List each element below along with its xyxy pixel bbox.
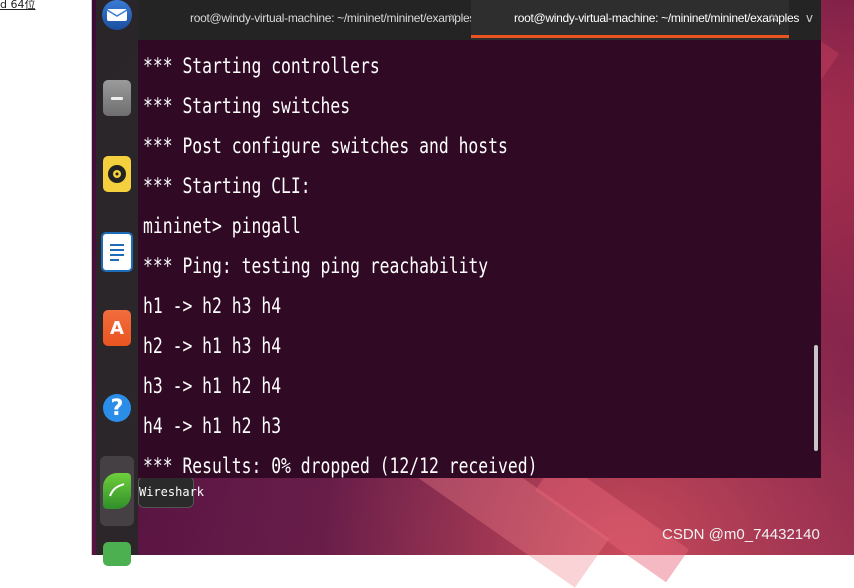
active-tab-indicator	[471, 35, 789, 38]
dock-item-writer[interactable]	[100, 232, 134, 272]
host-window-strip: d 64位	[0, 0, 92, 555]
dock-item-software[interactable]: A	[100, 308, 134, 348]
terminal-line: *** Results: 0% dropped (12/12 received)	[143, 454, 538, 478]
tab-label: root@windy-virtual-machine: ~/mininet/mi…	[514, 11, 800, 25]
terminal-output[interactable]: *** Starting controllers *** Starting sw…	[143, 46, 658, 478]
app-icon	[103, 542, 131, 566]
host-corner-text: d 64位	[0, 0, 36, 11]
files-icon	[103, 80, 131, 116]
tab-label: root@windy-virtual-machine: ~/mininet/mi…	[190, 11, 476, 25]
wireshark-icon	[103, 473, 131, 509]
dock-item-wireshark[interactable]	[100, 456, 134, 526]
dock-item-rhythmbox[interactable]	[100, 154, 134, 194]
software-icon: A	[103, 310, 131, 346]
terminal-titlebar: root@windy-virtual-machine: ~/mininet/mi…	[138, 0, 821, 40]
terminal-scrollbar[interactable]	[814, 345, 818, 451]
terminal-line: *** Starting switches	[143, 94, 351, 118]
help-icon: ?	[103, 394, 131, 422]
terminal-line: h2 -> h1 h3 h4	[143, 334, 282, 358]
terminal-line: h3 -> h1 h2 h4	[143, 374, 282, 398]
thunderbird-icon	[102, 0, 132, 30]
terminal-line: *** Starting CLI:	[143, 174, 311, 198]
dock-item-help[interactable]: ?	[100, 388, 134, 428]
terminal-line: *** Ping: testing ping reachability	[143, 254, 489, 278]
tab-terminal-1[interactable]: root@windy-virtual-machine: ~/mininet/mi…	[138, 0, 475, 40]
writer-icon	[101, 232, 133, 272]
dock: A ?	[96, 0, 138, 566]
dock-item-files[interactable]	[100, 78, 134, 118]
close-icon[interactable]: X	[449, 0, 456, 37]
dock-item-next[interactable]	[100, 534, 134, 574]
terminal-window[interactable]: root@windy-virtual-machine: ~/mininet/mi…	[138, 0, 821, 478]
terminal-line: mininet> pingall	[143, 214, 301, 238]
watermark: CSDN @m0_74432140	[662, 526, 820, 543]
terminal-line: *** Post configure switches and hosts	[143, 134, 508, 158]
dock-item-thunderbird[interactable]	[100, 0, 134, 40]
chevron-down-icon[interactable]: v	[806, 0, 813, 40]
dock-tooltip: Wireshark	[138, 476, 204, 508]
terminal-line: *** Starting controllers	[143, 54, 380, 78]
close-icon[interactable]: X	[770, 0, 777, 37]
rhythmbox-icon	[103, 156, 131, 192]
tab-terminal-2[interactable]: root@windy-virtual-machine: ~/mininet/mi…	[471, 0, 799, 40]
terminal-line: h1 -> h2 h3 h4	[143, 294, 282, 318]
terminal-line: h4 -> h1 h2 h3	[143, 414, 282, 438]
